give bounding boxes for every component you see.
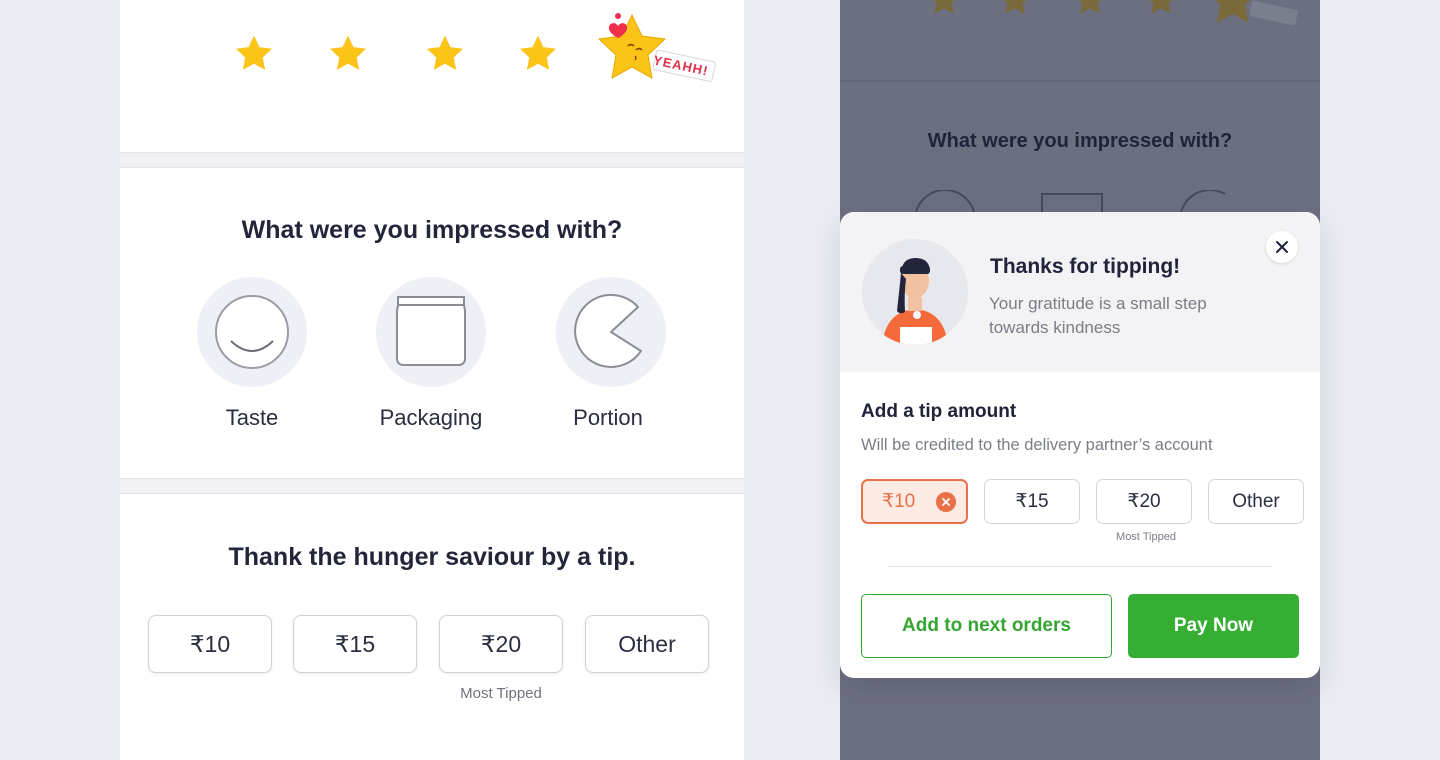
star-icon-dim-1 <box>933 0 955 14</box>
star-icon-4[interactable] <box>517 33 559 75</box>
rating-screen: YEAHH! What were you impressed with? Tas… <box>120 0 744 760</box>
tip-bottom-sheet: Thanks for tipping! Your gratitude is a … <box>840 212 1320 678</box>
tip-title: Thank the hunger saviour by a tip. <box>228 543 636 571</box>
tip-option-10[interactable]: ₹10 <box>148 615 272 673</box>
tip-option-20[interactable]: ₹20 <box>439 615 563 673</box>
background-title: What were you impressed with? <box>927 130 1233 152</box>
star-icon-dim-4 <box>1150 0 1172 14</box>
plate-smile-icon <box>215 295 289 369</box>
add-to-next-orders-button[interactable]: Add to next orders <box>861 594 1112 658</box>
container-icon <box>396 296 466 366</box>
thanks-subtitle: Your gratitude is a small step towards k… <box>989 294 1207 337</box>
sheet-most-tipped-label: Most Tipped <box>1116 531 1176 543</box>
sheet-tip-option-other[interactable]: Other <box>1208 479 1304 524</box>
impressed-title: What were you impressed with? <box>241 216 623 244</box>
delivery-partner-illustration <box>882 257 948 345</box>
tip-card: Thank the hunger saviour by a tip. ₹10 ₹… <box>120 493 744 760</box>
clear-tip-button[interactable] <box>936 492 956 512</box>
sheet-tip-option-20[interactable]: ₹20 <box>1096 479 1192 524</box>
star-icon-2[interactable] <box>327 33 369 75</box>
portion-option[interactable] <box>556 277 666 387</box>
star-icon-dim-3 <box>1079 0 1101 14</box>
tip-option-15[interactable]: ₹15 <box>293 615 417 673</box>
sheet-tip-option-15[interactable]: ₹15 <box>984 479 1080 524</box>
tip-option-other[interactable]: Other <box>585 615 709 673</box>
sheet-tip-option-10[interactable]: ₹10 <box>861 479 968 524</box>
star-icon-3[interactable] <box>424 33 466 75</box>
packaging-label: Packaging <box>379 405 483 430</box>
taste-option[interactable] <box>197 277 307 387</box>
most-tipped-label: Most Tipped <box>460 685 542 702</box>
selected-tip-label: ₹10 <box>882 491 916 512</box>
thanks-header: Thanks for tipping! Your gratitude is a … <box>840 212 1320 372</box>
close-button[interactable] <box>1266 231 1298 263</box>
sheet-divider <box>888 566 1272 567</box>
add-tip-subtitle: Will be credited to the delivery partner… <box>861 436 1213 454</box>
dim-divider <box>840 80 1320 82</box>
delivery-partner-avatar <box>862 239 968 345</box>
thanks-title: Thanks for tipping! <box>990 255 1181 278</box>
close-icon <box>1276 241 1288 253</box>
stars-card: YEAHH! <box>120 0 744 153</box>
star-sticker-dim-icon <box>1215 0 1298 26</box>
star-icon-1[interactable] <box>233 33 275 75</box>
add-tip-title: Add a tip amount <box>861 401 1017 422</box>
clear-x-icon <box>942 498 950 506</box>
pay-now-button[interactable]: Pay Now <box>1128 594 1299 658</box>
packaging-option[interactable] <box>376 277 486 387</box>
portion-label: Portion <box>573 405 643 430</box>
taste-label: Taste <box>225 405 279 430</box>
impressed-card: What were you impressed with? Taste Pack… <box>120 167 744 479</box>
pie-portion-icon <box>574 293 642 368</box>
star-icon-dim-2 <box>1004 0 1026 14</box>
